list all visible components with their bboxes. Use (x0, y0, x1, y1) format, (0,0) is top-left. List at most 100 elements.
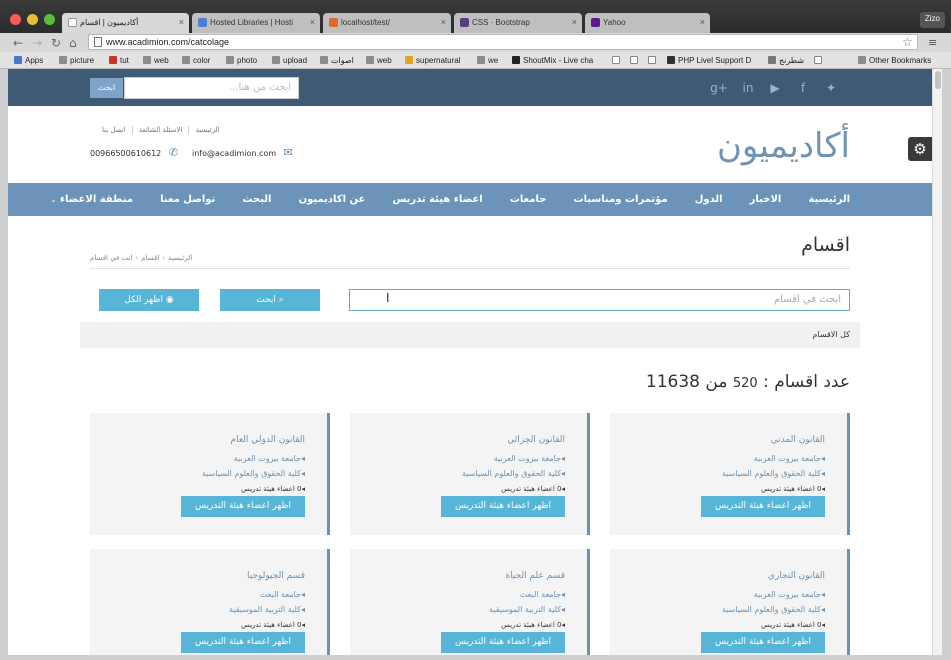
bookmark-tut[interactable]: tut (109, 56, 129, 65)
tab-localhost[interactable]: localhost/test/ × (323, 13, 451, 33)
nav-about[interactable]: عن اكاديميون (299, 183, 366, 216)
close-tab-icon[interactable]: × (700, 17, 705, 27)
google-plus-icon[interactable]: g+ (710, 79, 728, 97)
top-link-contact[interactable]: اتصل بنا (96, 126, 132, 134)
phone-text: 00966500610612 (90, 149, 162, 158)
show-members-button[interactable]: اظهر اعضاء هيئة التدريس (701, 632, 825, 653)
card-title[interactable]: القانون التجاري (768, 571, 825, 581)
bookmark-apps[interactable]: Apps (14, 56, 43, 65)
card-title[interactable]: قسم علم الحياة (505, 571, 565, 581)
card-faculty[interactable]: ◂كلية الحقوق والعلوم السياسية (462, 469, 565, 478)
card-university[interactable]: ◂جامعة بيروت العربية (754, 590, 825, 599)
nav-universities[interactable]: جامعات (510, 183, 547, 216)
bookmark-php-live-support[interactable]: PHP Livel Support D (667, 56, 759, 65)
folder-icon (320, 56, 328, 64)
show-members-button[interactable]: اظهر اعضاء هيئة التدريس (181, 496, 305, 517)
bookmark-other[interactable]: Other Bookmarks (858, 56, 931, 65)
maximize-window-button[interactable] (44, 14, 55, 25)
close-tab-icon[interactable]: × (310, 17, 315, 27)
page-scrollbar[interactable] (932, 69, 942, 655)
breadcrumb-categories[interactable]: اقسام (141, 254, 159, 262)
close-tab-icon[interactable]: × (441, 17, 446, 27)
bookmark-web[interactable]: web (143, 56, 169, 65)
bookmarks-bar: Apps picture tut web color photo upload … (0, 52, 951, 69)
youtube-icon[interactable]: ▶ (766, 79, 784, 97)
twitter-icon[interactable]: ✦ (822, 79, 840, 97)
page-icon (648, 56, 656, 64)
bookmark-we[interactable]: we (477, 56, 498, 65)
close-tab-icon[interactable]: × (179, 17, 184, 27)
facebook-icon[interactable]: f (794, 79, 812, 97)
nav-search[interactable]: البحث (242, 183, 271, 216)
show-members-button[interactable]: اظهر اعضاء هيئة التدريس (441, 496, 565, 517)
nav-home[interactable]: الرئيسية (808, 183, 850, 216)
email-text[interactable]: info@acadimion.com (192, 149, 276, 158)
bookmark-supernatural[interactable]: supernatural (405, 56, 460, 65)
card-faculty[interactable]: ◂كلية الحقوق والعلوم السياسية (722, 605, 825, 614)
card-members: ◂0 اعضاء هيئة تدريس (761, 621, 825, 629)
card-title[interactable]: القانون الجزائي (507, 435, 565, 445)
top-search-button[interactable]: ابحث (90, 78, 123, 98)
nav-contact[interactable]: تواصل معنا (160, 183, 215, 216)
card-title[interactable]: القانون المدني (771, 435, 825, 445)
bookmark-picture[interactable]: picture (59, 56, 94, 65)
card-faculty[interactable]: ◂كلية التربية الموسيقية (489, 605, 565, 614)
tab-bootstrap[interactable]: CSS · Bootstrap × (454, 13, 582, 33)
settings-gear-icon[interactable]: ⚙ (908, 137, 932, 161)
bookmark-photo[interactable]: photo (226, 56, 257, 65)
bookmark-shoutmix[interactable]: ShoutMix - Live cha (512, 56, 604, 65)
card-faculty[interactable]: ◂كلية الحقوق والعلوم السياسية (202, 469, 305, 478)
back-arrow-icon[interactable]: ← (13, 36, 23, 50)
bookmark-upload[interactable]: upload (272, 56, 307, 65)
card-university[interactable]: ◂جامعة بيروت العربية (754, 454, 825, 463)
tab-yahoo[interactable]: Yahoo × (585, 13, 710, 33)
scrollbar-thumb[interactable] (935, 71, 941, 89)
linkedin-icon[interactable]: in (739, 79, 757, 97)
close-tab-icon[interactable]: × (572, 17, 577, 27)
nav-news[interactable]: الاخبار (750, 183, 782, 216)
show-all-button[interactable]: اظهر الكل ◉ (99, 289, 199, 311)
top-link-faq[interactable]: الاسئلة الشائعة (131, 126, 189, 134)
page-icon (612, 56, 620, 64)
card-title[interactable]: قسم الجيولوجيا (247, 571, 305, 581)
nav-members-area[interactable]: منطقة الاعضاء ⌄ (50, 183, 133, 217)
bookmark-chess[interactable]: شطرنج (768, 56, 804, 65)
tab-hosted-libraries[interactable]: Hosted Libraries | Hosti × (192, 13, 320, 33)
show-members-button[interactable]: اظهر اعضاء هيئة التدريس (701, 496, 825, 517)
card-faculty[interactable]: ◂كلية التربية الموسيقية (229, 605, 305, 614)
card-university[interactable]: ◂جامعة بيروت العربية (494, 454, 565, 463)
card-university[interactable]: ◂جامعة البعث (520, 590, 565, 599)
card-university[interactable]: ◂جامعة بيروت العربية (234, 454, 305, 463)
card-faculty[interactable]: ◂كلية الحقوق والعلوم السياسية (722, 469, 825, 478)
top-search-input[interactable]: ابحث من هنا... (124, 77, 299, 99)
nav-faculty[interactable]: اعضاء هيئة تدريس (392, 183, 482, 216)
search-button[interactable]: ابحث ⌕ (220, 289, 320, 311)
minimize-window-button[interactable] (27, 14, 38, 25)
top-link-home[interactable]: الرئيسية (188, 126, 226, 134)
card-university[interactable]: ◂جامعة البعث (260, 590, 305, 599)
category-search-input[interactable]: ابحث في اقسام (349, 289, 850, 311)
menu-icon[interactable]: ≡ (928, 36, 937, 49)
bookmark-color[interactable]: color (182, 56, 210, 65)
card-title[interactable]: القانون الدولي العام (231, 435, 305, 445)
nav-conferences[interactable]: مؤتمرات ومناسبات (574, 183, 668, 216)
site-logo[interactable]: أكاديميون (717, 126, 850, 166)
category-card: قسم علم الحياة ◂جامعة البعث ◂كلية التربي… (350, 549, 590, 655)
tab-acadimion[interactable]: أكاديميون | اقسام × (62, 13, 189, 33)
address-bar[interactable]: www.acadimion.com/catcolage (88, 34, 918, 50)
profile-button[interactable]: Zizo (919, 12, 945, 28)
home-icon[interactable]: ⌂ (69, 36, 77, 50)
bookmark-star-icon[interactable]: ☆ (902, 35, 913, 49)
shoutmix-icon (512, 56, 520, 64)
show-members-button[interactable]: اظهر اعضاء هيئة التدريس (441, 632, 565, 653)
forward-arrow-icon[interactable]: → (32, 36, 42, 50)
close-window-button[interactable] (10, 14, 21, 25)
show-members-button[interactable]: اظهر اعضاء هيئة التدريس (181, 632, 305, 653)
bookmark-web-2[interactable]: web (366, 56, 392, 65)
breadcrumb-home[interactable]: الرئيسية (168, 254, 192, 262)
all-categories-link[interactable]: كل الاقسام (812, 330, 850, 339)
bookmark-sounds[interactable]: اصوات (320, 56, 354, 65)
caret-left-icon: ◂ (301, 485, 305, 493)
nav-countries[interactable]: الدول (695, 183, 723, 216)
reload-icon[interactable]: ↻ (51, 36, 61, 50)
